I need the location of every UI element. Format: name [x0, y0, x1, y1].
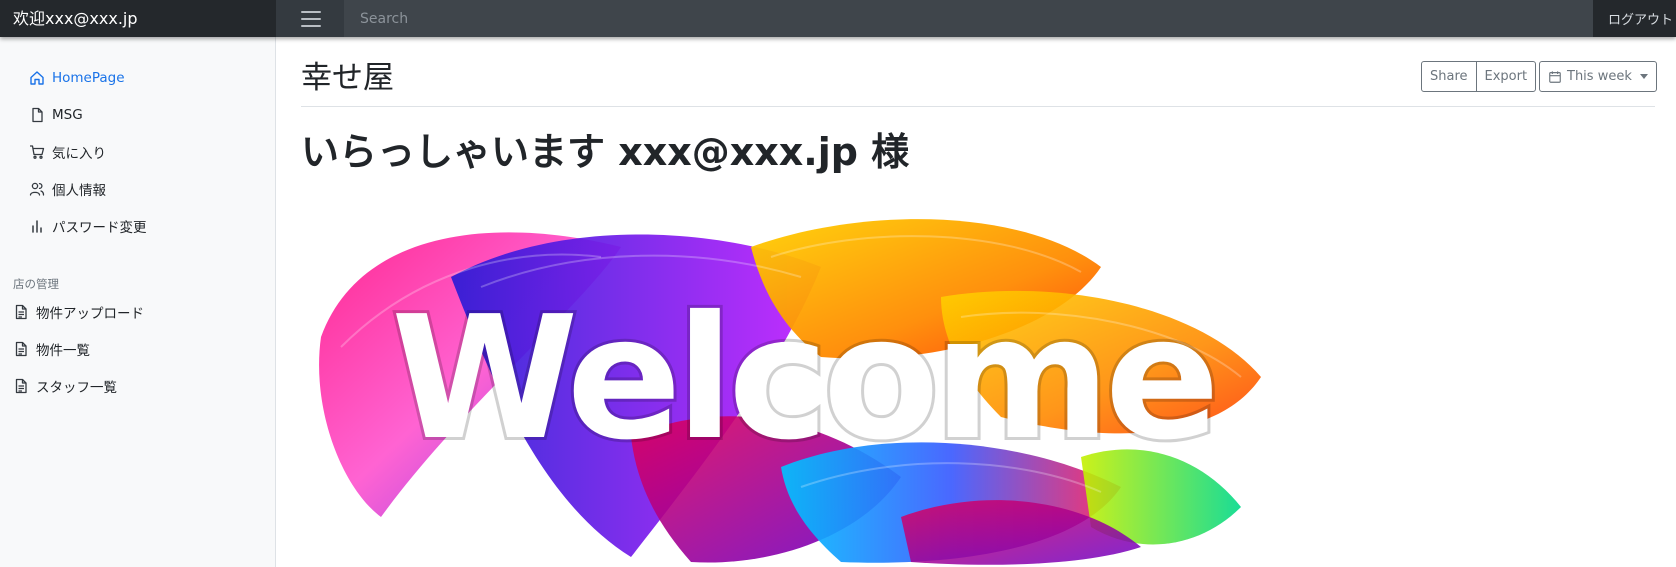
bar-chart-icon — [32, 220, 42, 233]
sidebar: HomePage MSG 気に入り 個人情報 パスワード変更 店の管理 物件アッ… — [0, 37, 276, 567]
logout-link[interactable]: ログアウト — [1593, 0, 1676, 37]
sidebar-item-label: 物件アップロード — [36, 306, 144, 322]
sidebar-item-label: スタッフ一覧 — [36, 380, 117, 396]
cart-icon — [30, 145, 45, 159]
file-text-icon — [15, 304, 27, 320]
sidebar-item-label: パスワード変更 — [52, 220, 147, 236]
main-content: 幸せ屋 Share Export This week いらっしゃいます xxx@… — [277, 37, 1676, 567]
hamburger-icon — [301, 10, 321, 13]
sidebar-item-label: 気に入り — [52, 146, 106, 162]
sidebar-item-change-password[interactable]: パスワード変更 — [29, 214, 147, 238]
hamburger-icon-bar — [301, 24, 321, 27]
file-icon — [32, 107, 43, 123]
header-divider — [301, 106, 1655, 107]
sidebar-item-favorites[interactable]: 気に入り — [29, 140, 106, 164]
top-navbar: 欢迎xxx@xxx.jp ログアウト — [0, 0, 1676, 37]
welcome-banner-image: Welcome — [301, 187, 1301, 567]
banner-word: Welcome — [391, 280, 1214, 478]
export-button[interactable]: Export — [1475, 61, 1537, 92]
welcome-heading: いらっしゃいます xxx@xxx.jp 様 — [301, 130, 910, 174]
share-button[interactable]: Share — [1421, 61, 1477, 92]
period-dropdown-button[interactable]: This week — [1539, 61, 1657, 92]
sidebar-item-profile[interactable]: 個人情報 — [29, 177, 106, 201]
sidebar-item-msg[interactable]: MSG — [29, 103, 83, 127]
chevron-down-icon — [1639, 74, 1648, 79]
search-input[interactable] — [344, 0, 1593, 37]
users-icon — [29, 182, 45, 196]
calendar-icon — [1549, 70, 1561, 83]
period-label: This week — [1567, 69, 1632, 84]
toolbar-button-group: Share Export — [1421, 61, 1537, 92]
sidebar-item-property-upload[interactable]: 物件アップロード — [13, 300, 144, 324]
sidebar-item-property-list[interactable]: 物件一覧 — [13, 337, 90, 361]
page-title: 幸せ屋 — [301, 60, 394, 96]
sidebar-item-label: 個人情報 — [52, 183, 106, 199]
menu-toggle-button[interactable] — [278, 0, 344, 37]
sidebar-item-homepage[interactable]: HomePage — [29, 66, 125, 90]
section-heading-shop-management: 店の管理 — [13, 277, 59, 291]
sidebar-item-label: 物件一覧 — [36, 343, 90, 359]
hamburger-icon-bar — [301, 17, 321, 20]
sidebar-item-staff-list[interactable]: スタッフ一覧 — [13, 374, 117, 398]
sidebar-item-label: HomePage — [52, 70, 125, 86]
file-text-icon — [15, 378, 27, 394]
sidebar-item-label: MSG — [52, 107, 83, 123]
welcome-banner-svg: Welcome — [319, 219, 1261, 565]
file-text-icon — [15, 341, 27, 357]
home-icon — [30, 71, 44, 85]
brand-title[interactable]: 欢迎xxx@xxx.jp — [0, 0, 276, 37]
